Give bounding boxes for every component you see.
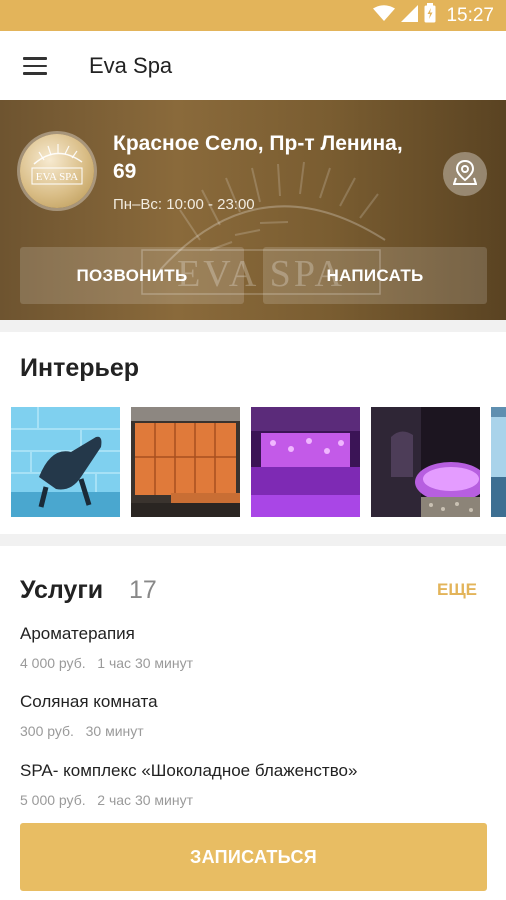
- app-bar: Eva Spa: [0, 31, 506, 100]
- service-name[interactable]: SPA- комплекс «Шоколадное блаженство»: [20, 761, 357, 781]
- address: Красное Село, Пр-т Ленина, 69: [113, 132, 403, 183]
- gallery-photo[interactable]: [491, 407, 506, 517]
- service-meta: 4 000 руб. 1 час 30 минут: [20, 655, 193, 671]
- menu-icon[interactable]: [23, 57, 47, 75]
- message-button[interactable]: НАПИСАТЬ: [263, 247, 487, 304]
- wifi-icon: [373, 4, 396, 27]
- battery-icon: [424, 3, 436, 28]
- map-button[interactable]: [443, 152, 487, 196]
- service-duration: 2 час 30 минут: [97, 792, 193, 808]
- status-bar: 15:27: [0, 0, 506, 31]
- gallery-photo[interactable]: [131, 407, 240, 517]
- service-price: 4 000 руб.: [20, 655, 86, 671]
- status-icons: 15:27: [373, 0, 494, 31]
- service-meta: 300 руб. 30 минут: [20, 723, 144, 739]
- service-duration: 30 минут: [85, 723, 144, 739]
- service-price: 300 руб.: [20, 723, 74, 739]
- gallery-photo[interactable]: [251, 407, 360, 517]
- spa-header: EVA SPA EVA SPA Красное Село, Пр-т Ленин…: [0, 100, 506, 320]
- gallery-photo[interactable]: [371, 407, 487, 517]
- divider: [0, 534, 506, 546]
- book-button[interactable]: ЗАПИСАТЬСЯ: [20, 823, 487, 891]
- status-time: 15:27: [446, 4, 494, 26]
- logo-text: EVA SPA: [36, 171, 79, 183]
- service-meta: 5 000 руб. 2 час 30 минут: [20, 792, 193, 808]
- gallery-photo[interactable]: [11, 407, 120, 517]
- service-price: 5 000 руб.: [20, 792, 86, 808]
- services-count: 17: [129, 576, 157, 604]
- service-name[interactable]: Соляная комната: [20, 692, 158, 712]
- interior-gallery[interactable]: [11, 407, 506, 517]
- call-button[interactable]: ПОЗВОНИТЬ: [20, 247, 244, 304]
- service-name[interactable]: Ароматерапия: [20, 624, 135, 644]
- app-title: Eva Spa: [89, 53, 173, 78]
- divider: [0, 320, 506, 332]
- service-duration: 1 час 30 минут: [97, 655, 193, 671]
- map-pin-icon: [452, 159, 478, 190]
- spa-logo: EVA SPA: [20, 134, 94, 208]
- working-hours: Пн–Вс: 10:00 - 23:00: [113, 196, 255, 213]
- services-title: Услуги: [20, 576, 104, 604]
- signal-icon: [401, 4, 419, 27]
- more-services-link[interactable]: ЕЩЕ: [437, 580, 477, 600]
- interior-title: Интерьер: [20, 354, 140, 382]
